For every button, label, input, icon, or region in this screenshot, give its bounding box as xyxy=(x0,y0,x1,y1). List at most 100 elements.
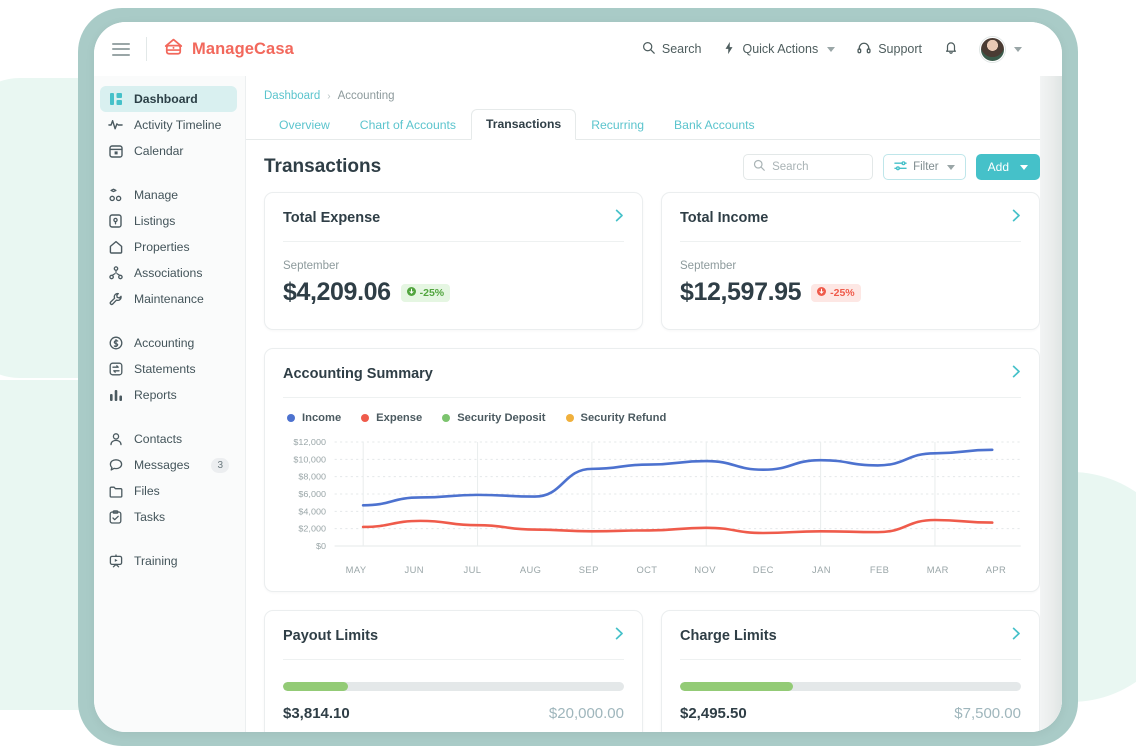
sidebar-item-label: Tasks xyxy=(134,510,166,524)
sidebar-item-activity-timeline[interactable]: Activity Timeline xyxy=(100,112,237,138)
x-tick-label: MAR xyxy=(926,564,949,575)
sidebar-item-contacts[interactable]: Contacts xyxy=(100,426,237,452)
page-header: Transactions Search Filter Add xyxy=(264,140,1040,192)
sidebar-item-label: Manage xyxy=(134,188,179,202)
sidebar-item-dashboard[interactable]: Dashboard xyxy=(100,86,237,112)
page-toolbar: Search Filter Add xyxy=(743,154,1040,180)
sidebar-item-maintenance[interactable]: Maintenance xyxy=(100,286,237,312)
sidebar-item-reports[interactable]: Reports xyxy=(100,382,237,408)
sidebar-item-label: Calendar xyxy=(134,144,184,158)
messages-badge: 3 xyxy=(211,457,229,473)
tab-transactions[interactable]: Transactions xyxy=(471,109,577,140)
card-title: Total Expense xyxy=(283,210,381,226)
chevron-down-icon xyxy=(1020,164,1028,170)
card-header: Total Income xyxy=(662,193,1039,241)
sidebar-item-associations[interactable]: Associations xyxy=(100,260,237,286)
sidebar-item-listings[interactable]: Listings xyxy=(100,208,237,234)
hamburger-icon[interactable] xyxy=(112,42,130,56)
sidebar-item-manage[interactable]: Manage xyxy=(100,182,237,208)
stat-amount: $4,209.06 xyxy=(283,278,391,306)
accounting-icon xyxy=(108,336,123,351)
y-tick-label: $4,000 xyxy=(298,507,326,517)
chevron-right-icon[interactable] xyxy=(1012,365,1021,383)
brand-name: ManageCasa xyxy=(192,39,294,58)
legend-item-security-deposit[interactable]: Security Deposit xyxy=(442,412,546,424)
limit-max: $20,000.00 xyxy=(548,705,624,722)
add-label: Add xyxy=(987,160,1009,174)
card-body: $2,495.50 $7,500.00 xyxy=(662,660,1039,732)
tab-recurring[interactable]: Recurring xyxy=(576,110,659,140)
sidebar-item-tasks[interactable]: Tasks xyxy=(100,504,237,530)
brand-logo[interactable]: ManageCasa xyxy=(163,37,294,61)
legend-item-expense[interactable]: Expense xyxy=(361,412,422,424)
lightning-icon xyxy=(723,41,735,58)
chevron-right-icon[interactable] xyxy=(615,627,624,645)
legend-label: Security Refund xyxy=(580,412,667,424)
card-header: Accounting Summary xyxy=(265,349,1039,397)
search-input[interactable]: Search xyxy=(743,154,874,180)
bell-icon xyxy=(944,40,958,58)
tasks-icon xyxy=(108,510,123,525)
chevron-right-icon[interactable] xyxy=(615,209,624,227)
search-button[interactable]: Search xyxy=(642,41,701,57)
legend-swatch xyxy=(361,414,370,422)
sidebar-item-training[interactable]: Training xyxy=(100,548,237,574)
payout-limits-card[interactable]: Payout Limits $3,814.10 $20,000.00 xyxy=(264,610,643,732)
statements-icon xyxy=(108,362,123,377)
add-button[interactable]: Add xyxy=(975,154,1040,180)
total-income-card[interactable]: Total Income September $12,597.95 -25% xyxy=(661,192,1040,330)
y-tick-label: $8,000 xyxy=(298,472,326,482)
series-line-income xyxy=(361,448,994,507)
scrollbar-track[interactable] xyxy=(1040,22,1062,732)
avatar xyxy=(980,36,1005,62)
legend-swatch xyxy=(442,414,451,422)
sidebar-item-statements[interactable]: Statements xyxy=(100,356,237,382)
sidebar-item-properties[interactable]: Properties xyxy=(100,234,237,260)
sidebar-item-label: Activity Timeline xyxy=(134,118,222,132)
sidebar-item-label: Messages xyxy=(134,458,190,472)
stat-value-row: $4,209.06 -25% xyxy=(283,278,624,307)
top-navigation-bar: ManageCasa Search Quick Actions Support xyxy=(94,22,1062,76)
tab-bank-accounts[interactable]: Bank Accounts xyxy=(659,110,770,140)
divider xyxy=(283,397,1021,398)
sidebar-item-label: Contacts xyxy=(134,432,183,446)
legend-item-security-refund[interactable]: Security Refund xyxy=(565,412,667,424)
search-placeholder: Search xyxy=(772,161,809,173)
tab-chart-of-accounts[interactable]: Chart of Accounts xyxy=(345,110,471,140)
legend-item-income[interactable]: Income xyxy=(287,412,341,424)
quick-actions-label: Quick Actions xyxy=(742,42,819,56)
arrow-down-circle-icon xyxy=(406,286,416,299)
chevron-right-icon[interactable] xyxy=(1012,209,1021,227)
sidebar-item-files[interactable]: Files xyxy=(100,478,237,504)
card-header: Charge Limits xyxy=(662,611,1039,659)
stat-amount: $12,597.95 xyxy=(680,278,802,306)
sidebar-item-accounting[interactable]: Accounting xyxy=(100,330,237,356)
sidebar-item-calendar[interactable]: Calendar xyxy=(100,138,237,164)
limits-row: Payout Limits $3,814.10 $20,000.00 Charg… xyxy=(264,610,1040,732)
filter-button[interactable]: Filter xyxy=(883,154,966,180)
limit-current: $3,814.10 xyxy=(283,705,350,722)
x-tick-label: OCT xyxy=(636,564,658,575)
support-button[interactable]: Support xyxy=(857,41,922,58)
accounting-summary-card: Accounting Summary Income Expense Securi… xyxy=(264,348,1040,592)
x-tick-label: APR xyxy=(985,564,1007,575)
limit-values: $3,814.10 $20,000.00 xyxy=(283,705,624,722)
x-tick-label: JUN xyxy=(404,564,424,575)
total-expense-card[interactable]: Total Expense September $4,209.06 -25% xyxy=(264,192,643,330)
notifications-button[interactable] xyxy=(944,40,958,58)
filter-icon xyxy=(894,160,907,175)
tab-overview[interactable]: Overview xyxy=(264,110,345,140)
content-scroll-area[interactable]: Transactions Search Filter Add Total Exp… xyxy=(246,140,1062,732)
sidebar-item-messages[interactable]: Messages 3 xyxy=(100,452,237,478)
breadcrumb-root[interactable]: Dashboard xyxy=(264,90,320,102)
chevron-right-icon[interactable] xyxy=(1012,627,1021,645)
x-tick-label: SEP xyxy=(578,564,599,575)
user-menu[interactable] xyxy=(980,36,1022,62)
quick-actions-button[interactable]: Quick Actions xyxy=(723,41,836,58)
charge-limits-card[interactable]: Charge Limits $2,495.50 $7,500.00 xyxy=(661,610,1040,732)
progress-bar xyxy=(283,682,624,691)
tab-bar: Overview Chart of Accounts Transactions … xyxy=(246,109,1062,140)
limit-max: $7,500.00 xyxy=(954,705,1021,722)
breadcrumb: Dashboard › Accounting xyxy=(246,76,1062,110)
search-icon xyxy=(642,41,655,57)
